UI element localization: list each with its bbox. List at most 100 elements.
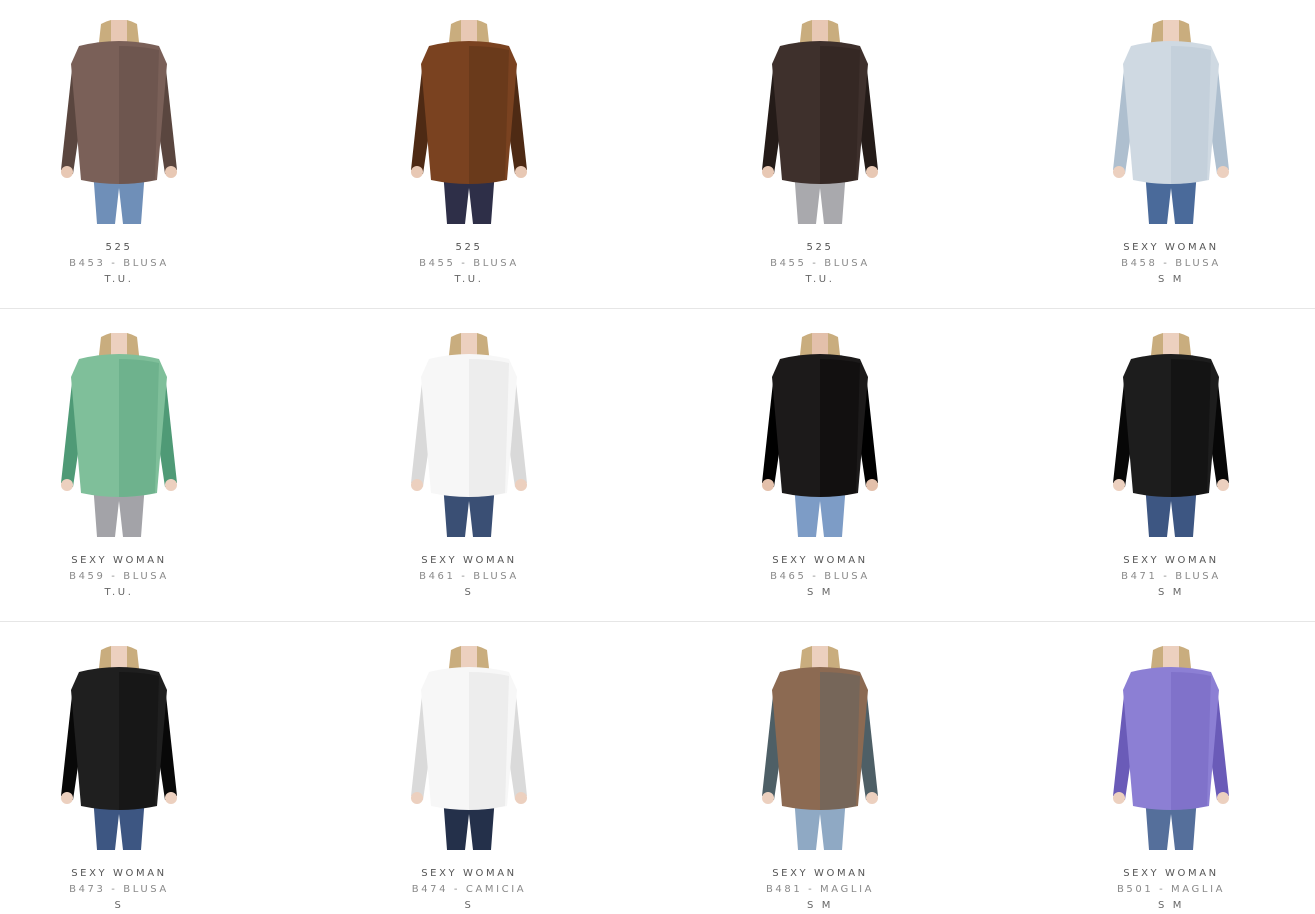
product-photo[interactable]: [49, 333, 189, 537]
neck-shape: [812, 333, 828, 355]
product-sizes: T.U.: [104, 587, 134, 598]
product-model[interactable]: B474 - CAMICIA: [304, 882, 634, 898]
product-card[interactable]: SEXY WOMAN B458 - BLUSA S M: [1006, 0, 1315, 308]
product-photo[interactable]: [1101, 333, 1241, 537]
product-info[interactable]: SEXY WOMAN B501 - MAGLIA S M: [1006, 866, 1315, 914]
right-hand-shape: [1217, 479, 1229, 491]
left-hand-shape: [762, 479, 774, 491]
product-info[interactable]: SEXY WOMAN B481 - MAGLIA S M: [655, 866, 985, 914]
product-model[interactable]: B473 - BLUSA: [0, 882, 284, 898]
product-photo[interactable]: [399, 646, 539, 850]
garment-shade-shape: [1171, 672, 1211, 810]
product-brand[interactable]: SEXY WOMAN: [1006, 553, 1315, 569]
product-photo[interactable]: [399, 20, 539, 224]
product-card[interactable]: SEXY WOMAN B474 - CAMICIA S: [304, 622, 634, 912]
product-brand[interactable]: 525: [0, 240, 284, 256]
garment-shade-shape: [469, 672, 509, 810]
garment-shade-shape: [820, 359, 860, 497]
product-card[interactable]: SEXY WOMAN B501 - MAGLIA S M: [1006, 622, 1315, 912]
garment-shade-shape: [119, 672, 159, 810]
product-card[interactable]: 525 B453 - BLUSA T.U.: [0, 0, 284, 308]
right-hand-shape: [1217, 166, 1229, 178]
product-info[interactable]: SEXY WOMAN B458 - BLUSA S M: [1006, 240, 1315, 288]
product-info[interactable]: SEXY WOMAN B461 - BLUSA S: [304, 553, 634, 601]
product-info[interactable]: SEXY WOMAN B473 - BLUSA S: [0, 866, 284, 914]
product-photo[interactable]: [1101, 646, 1241, 850]
product-brand[interactable]: SEXY WOMAN: [1006, 866, 1315, 882]
product-photo[interactable]: [49, 20, 189, 224]
product-photo[interactable]: [750, 20, 890, 224]
right-hand-shape: [165, 166, 177, 178]
product-info[interactable]: SEXY WOMAN B471 - BLUSA S M: [1006, 553, 1315, 601]
product-sizes: S M: [1158, 587, 1184, 598]
product-model[interactable]: B455 - BLUSA: [304, 256, 634, 272]
neck-shape: [812, 646, 828, 668]
right-hand-shape: [515, 166, 527, 178]
product-model[interactable]: B458 - BLUSA: [1006, 256, 1315, 272]
product-row: 525 B453 - BLUSA T.U. 525 B455 - BLUSA T…: [0, 0, 1315, 309]
left-hand-shape: [762, 166, 774, 178]
product-sizes: S: [464, 587, 474, 598]
left-hand-shape: [1113, 792, 1125, 804]
product-model[interactable]: B465 - BLUSA: [655, 569, 985, 585]
product-info[interactable]: 525 B455 - BLUSA T.U.: [304, 240, 634, 288]
product-card[interactable]: SEXY WOMAN B481 - MAGLIA S M: [655, 622, 985, 912]
left-hand-shape: [411, 479, 423, 491]
neck-shape: [461, 333, 477, 355]
product-brand[interactable]: SEXY WOMAN: [655, 553, 985, 569]
product-card[interactable]: 525 B455 - BLUSA T.U.: [304, 0, 634, 308]
product-brand[interactable]: 525: [655, 240, 985, 256]
neck-shape: [1163, 646, 1179, 668]
product-model[interactable]: B461 - BLUSA: [304, 569, 634, 585]
product-info[interactable]: SEXY WOMAN B474 - CAMICIA S: [304, 866, 634, 914]
product-card[interactable]: SEXY WOMAN B471 - BLUSA S M: [1006, 309, 1315, 621]
product-card[interactable]: SEXY WOMAN B459 - BLUSA T.U.: [0, 309, 284, 621]
right-hand-shape: [165, 792, 177, 804]
left-hand-shape: [61, 166, 73, 178]
product-info[interactable]: SEXY WOMAN B459 - BLUSA T.U.: [0, 553, 284, 601]
left-hand-shape: [1113, 479, 1125, 491]
right-hand-shape: [1217, 792, 1229, 804]
left-hand-shape: [61, 792, 73, 804]
product-brand[interactable]: SEXY WOMAN: [1006, 240, 1315, 256]
right-hand-shape: [515, 479, 527, 491]
product-model[interactable]: B455 - BLUSA: [655, 256, 985, 272]
product-card[interactable]: 525 B455 - BLUSA T.U.: [655, 0, 985, 308]
neck-shape: [111, 20, 127, 42]
product-card[interactable]: SEXY WOMAN B473 - BLUSA S: [0, 622, 284, 912]
neck-shape: [1163, 20, 1179, 42]
neck-shape: [1163, 333, 1179, 355]
product-photo[interactable]: [49, 646, 189, 850]
product-info[interactable]: 525 B453 - BLUSA T.U.: [0, 240, 284, 288]
product-model[interactable]: B501 - MAGLIA: [1006, 882, 1315, 898]
garment-shade-shape: [820, 46, 860, 184]
neck-shape: [111, 646, 127, 668]
product-info[interactable]: SEXY WOMAN B465 - BLUSA S M: [655, 553, 985, 601]
product-sizes: T.U.: [454, 274, 484, 285]
product-model[interactable]: B481 - MAGLIA: [655, 882, 985, 898]
product-card[interactable]: SEXY WOMAN B465 - BLUSA S M: [655, 309, 985, 621]
product-grid: 525 B453 - BLUSA T.U. 525 B455 - BLUSA T…: [0, 0, 1315, 912]
product-brand[interactable]: 525: [304, 240, 634, 256]
product-brand[interactable]: SEXY WOMAN: [0, 866, 284, 882]
product-row: SEXY WOMAN B473 - BLUSA S SEXY WOMAN B47…: [0, 622, 1315, 912]
product-photo[interactable]: [1101, 20, 1241, 224]
left-hand-shape: [61, 479, 73, 491]
right-hand-shape: [165, 479, 177, 491]
product-model[interactable]: B453 - BLUSA: [0, 256, 284, 272]
product-brand[interactable]: SEXY WOMAN: [304, 866, 634, 882]
product-photo[interactable]: [750, 333, 890, 537]
product-brand[interactable]: SEXY WOMAN: [0, 553, 284, 569]
product-card[interactable]: SEXY WOMAN B461 - BLUSA S: [304, 309, 634, 621]
product-sizes: S M: [807, 587, 833, 598]
right-hand-shape: [866, 792, 878, 804]
product-brand[interactable]: SEXY WOMAN: [304, 553, 634, 569]
product-photo[interactable]: [399, 333, 539, 537]
product-brand[interactable]: SEXY WOMAN: [655, 866, 985, 882]
product-model[interactable]: B471 - BLUSA: [1006, 569, 1315, 585]
right-hand-shape: [866, 166, 878, 178]
product-photo[interactable]: [750, 646, 890, 850]
product-model[interactable]: B459 - BLUSA: [0, 569, 284, 585]
neck-shape: [812, 20, 828, 42]
product-info[interactable]: 525 B455 - BLUSA T.U.: [655, 240, 985, 288]
